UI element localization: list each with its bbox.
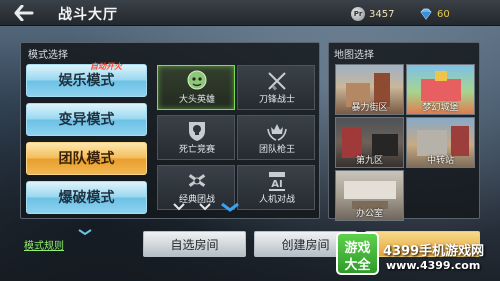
- mode-panel-title: 模式选择: [28, 50, 68, 61]
- scroll-down-chevrons[interactable]: [172, 202, 242, 212]
- submode-blade-warrior[interactable]: 刀锋战士: [237, 65, 315, 110]
- mode-button-demolition[interactable]: 爆破模式: [26, 181, 147, 214]
- ai-robot-icon: AI: [269, 172, 285, 191]
- watermark-site-url: www.4399.com: [386, 259, 481, 272]
- mode-list[interactable]: 娱乐模式 自动开火 变异模式 团队模式 爆破模式: [26, 62, 147, 235]
- mode-button-label: 变异模式: [58, 112, 115, 128]
- map-thumb-district-nine[interactable]: 第九区: [335, 117, 404, 168]
- map-label: 暴力街区: [351, 103, 388, 113]
- coin-icon: Pr: [351, 7, 365, 21]
- submode-label: 大头英雄: [178, 95, 215, 105]
- svg-text:AI: AI: [271, 179, 282, 190]
- mode-rules-link[interactable]: 模式规则: [24, 237, 64, 252]
- gold-value: 3457: [369, 8, 395, 20]
- map-thumb-dream-castle[interactable]: 梦幻城堡: [406, 64, 475, 115]
- crossed-blades-icon: [268, 72, 286, 91]
- mode-button-mutation[interactable]: 变异模式: [26, 103, 147, 136]
- crossed-guns-icon: [188, 174, 206, 187]
- submode-death-match[interactable]: 死亡竞赛: [157, 115, 235, 160]
- bighead-hero-icon: [187, 70, 207, 90]
- watermark-badge: 游戏 大全: [336, 232, 379, 275]
- top-bar: 战斗大厅 Pr 3457 60: [0, 0, 500, 26]
- mode-button-team[interactable]: 团队模式: [26, 142, 147, 175]
- mode-button-label: 团队模式: [58, 151, 115, 167]
- submode-label: 刀锋战士: [258, 95, 295, 105]
- map-thumb-office[interactable]: 办公室: [335, 170, 404, 221]
- watermark-badge-line2: 大全: [344, 258, 371, 273]
- diamond-icon: [420, 8, 432, 20]
- back-arrow-icon: [14, 4, 34, 22]
- auto-fire-tag: 自动开火: [90, 62, 122, 71]
- submode-team-gunking[interactable]: 团队枪王: [237, 115, 315, 160]
- diamond-counter: 60: [419, 6, 450, 22]
- map-building: [451, 126, 469, 156]
- chevron-down-icon[interactable]: [78, 229, 92, 235]
- page-title: 战斗大厅: [58, 7, 118, 23]
- map-tower: [435, 71, 447, 81]
- mode-button-label: 娱乐模式: [58, 73, 115, 89]
- submode-bighead-hero[interactable]: 大头英雄: [157, 65, 235, 110]
- watermark-site-name: 4399手机游戏网: [383, 244, 485, 259]
- mode-selection-panel: 模式选择 娱乐模式 自动开火 变异模式 团队模式 爆破模式 大头英雄 刀锋战士 …: [20, 42, 320, 235]
- gold-counter: Pr 3457: [351, 6, 394, 22]
- map-label: 办公室: [355, 209, 383, 219]
- mode-button-label: 爆破模式: [58, 190, 115, 206]
- map-thumb-transfer-station[interactable]: 中转站: [406, 117, 475, 168]
- pick-room-button[interactable]: 自选房间: [143, 231, 246, 257]
- site-watermark: 游戏 大全 4399手机游戏网 www.4399.com: [336, 232, 500, 281]
- map-castle: [421, 79, 461, 101]
- submode-label: 死亡竞赛: [178, 145, 215, 155]
- chevron-down-icon: [221, 202, 239, 212]
- double-chevron-icon: [173, 203, 211, 211]
- crown-laurel-icon: [267, 124, 287, 141]
- submode-vs-ai[interactable]: AI 人机对战: [237, 165, 315, 210]
- submode-grid: 大头英雄 刀锋战士 死亡竞赛 团队枪王 经典团战 AI 人机对战: [157, 65, 317, 213]
- mode-button-entertainment[interactable]: 娱乐模式: [26, 64, 147, 97]
- map-label: 梦幻城堡: [422, 103, 459, 113]
- back-button[interactable]: [10, 3, 38, 23]
- map-label: 第九区: [355, 156, 383, 166]
- skull-shield-icon: [189, 122, 205, 141]
- map-panel-title: 地图选择: [334, 50, 374, 61]
- map-wall: [344, 181, 396, 199]
- map-thumb-violent-block[interactable]: 暴力街区: [335, 64, 404, 115]
- submode-label: 团队枪王: [258, 145, 295, 155]
- map-selection-panel: 地图选择 暴力街区 梦幻城堡 第九区 中转站 办公室: [328, 42, 480, 221]
- map-label: 中转站: [426, 156, 454, 166]
- diamond-value: 60: [437, 8, 450, 20]
- submode-label: 人机对战: [258, 195, 295, 205]
